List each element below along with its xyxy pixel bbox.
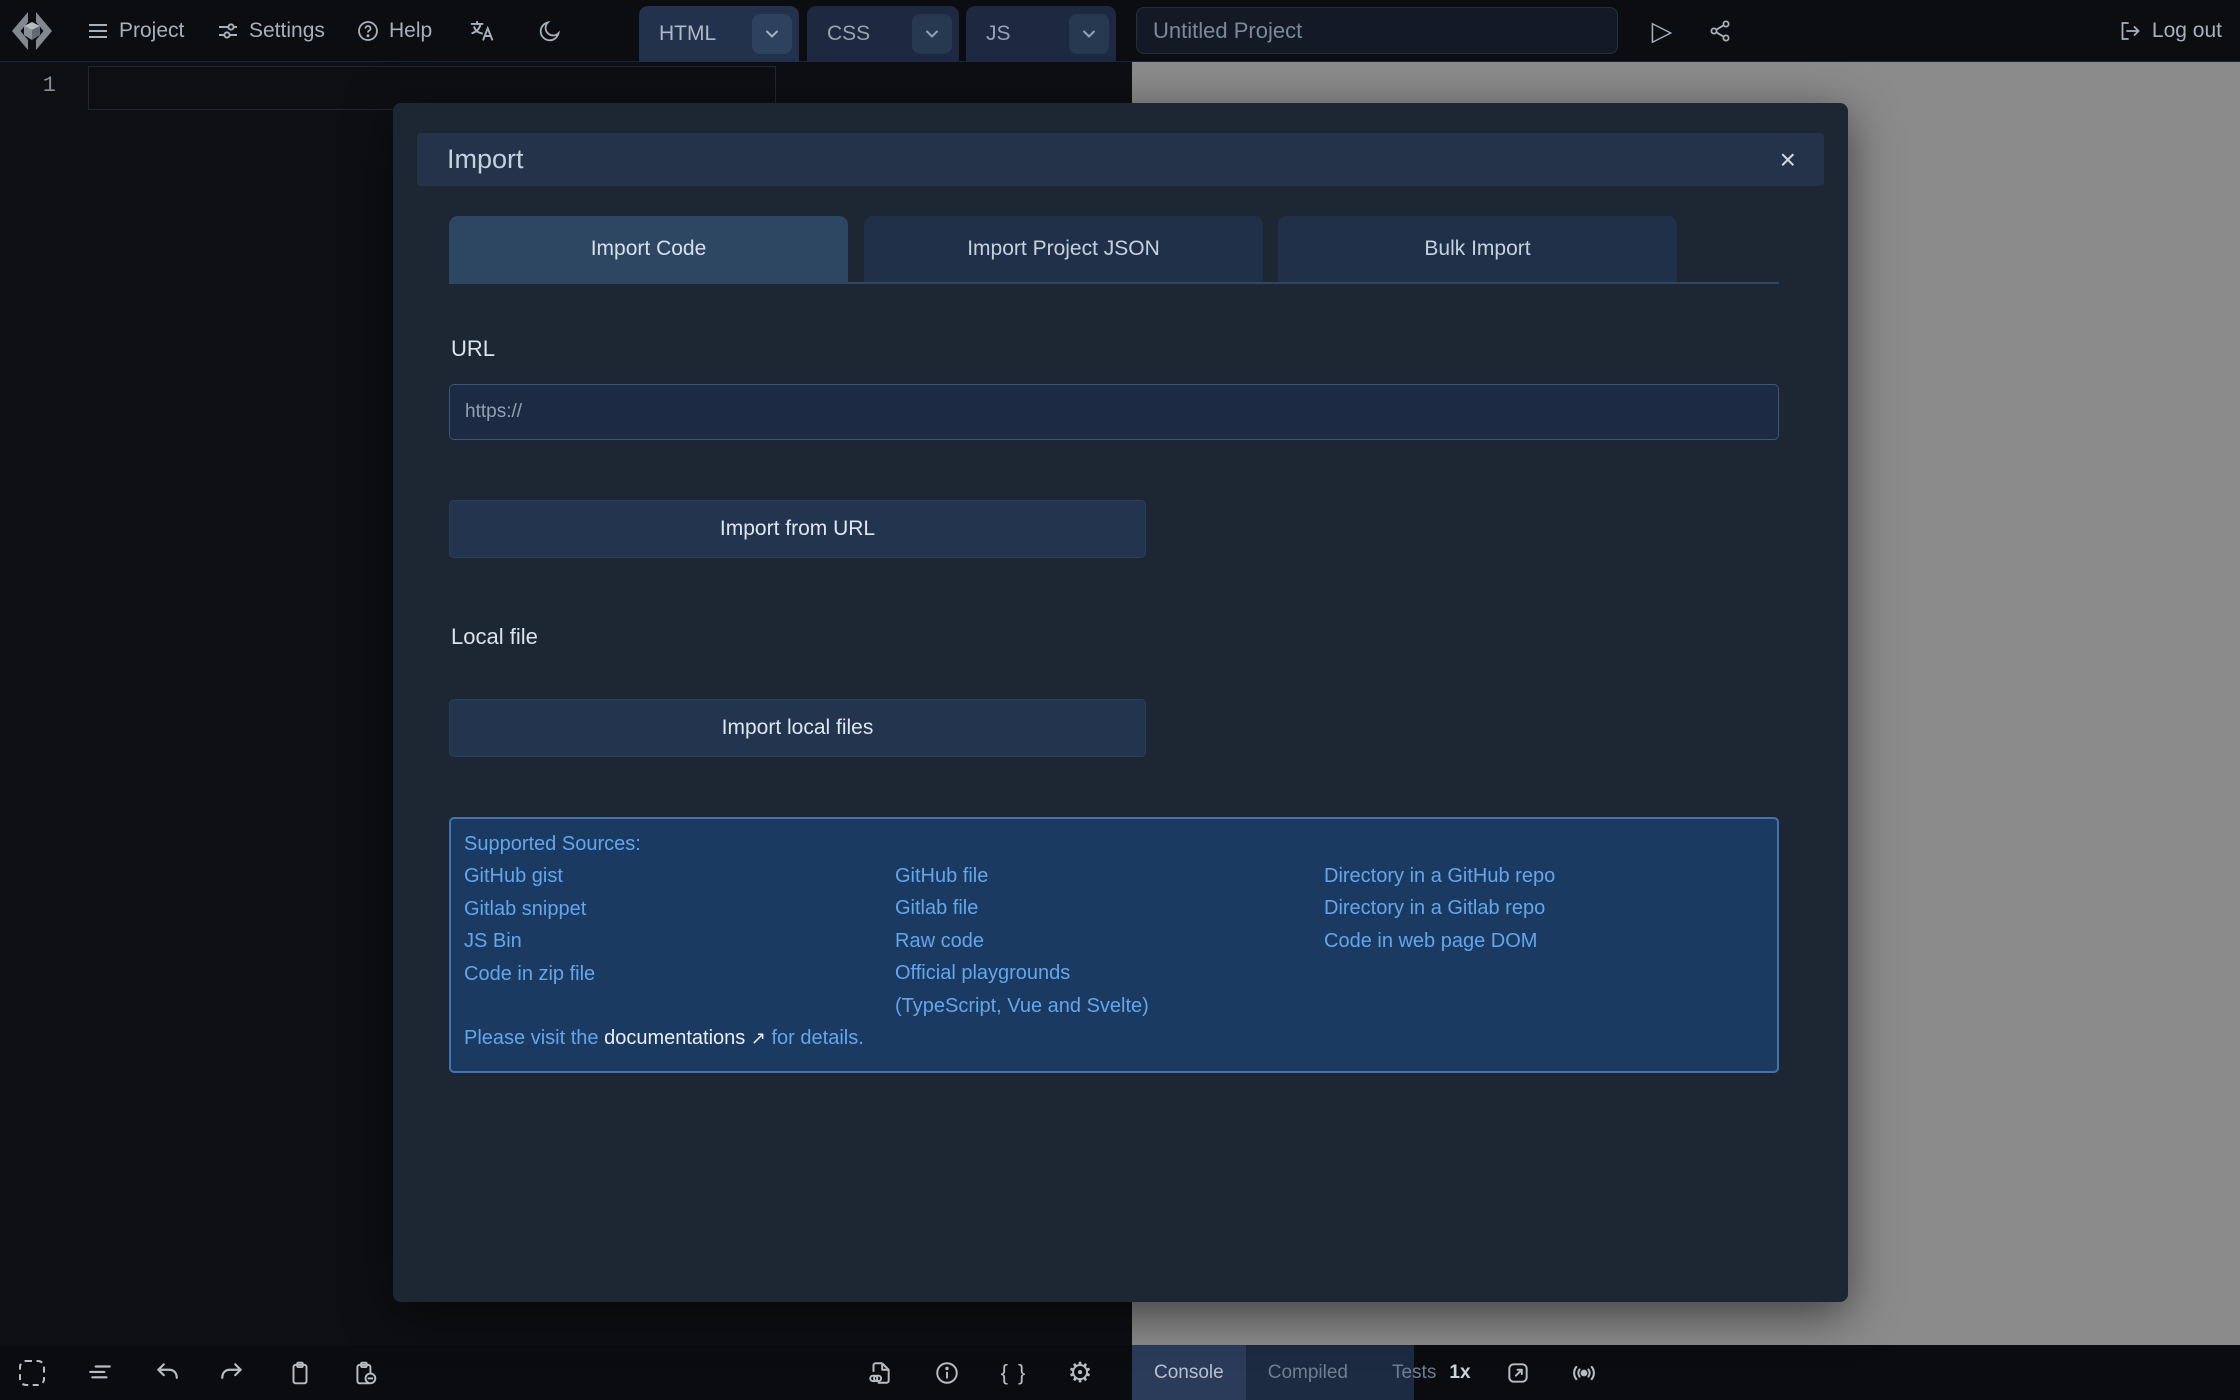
footer-pre-text: Please visit the bbox=[464, 1027, 605, 1050]
import-local-files-label: Import local files bbox=[721, 716, 874, 739]
link-directory-gitlab-repo[interactable]: Directory in a Gitlab repo bbox=[1324, 892, 1764, 924]
link-directory-github-repo[interactable]: Directory in a GitHub repo bbox=[1324, 860, 1764, 892]
tab-css-label: CSS bbox=[827, 22, 871, 45]
html-language-dropdown[interactable] bbox=[752, 14, 792, 54]
tab-js[interactable]: JS bbox=[966, 6, 1116, 62]
logout-label: Log out bbox=[2151, 19, 2222, 42]
tab-bulk-import-label: Bulk Import bbox=[1424, 237, 1531, 260]
play-icon: ▷ bbox=[1651, 15, 1673, 46]
link-code-in-web-page-dom[interactable]: Code in web page DOM bbox=[1324, 925, 1764, 957]
share-button[interactable] bbox=[1700, 11, 1740, 51]
project-menu[interactable]: Project bbox=[86, 0, 184, 62]
settings-menu-label: Settings bbox=[249, 19, 325, 42]
link-code-in-zip-file[interactable]: Code in zip file bbox=[464, 958, 895, 990]
settings-menu[interactable]: Settings bbox=[216, 0, 325, 62]
link-gitlab-snippet[interactable]: Gitlab snippet bbox=[464, 893, 895, 925]
redo-icon[interactable] bbox=[210, 1351, 254, 1395]
help-menu-label: Help bbox=[389, 19, 433, 42]
tab-compiled-label: Compiled bbox=[1267, 1361, 1348, 1383]
link-github-file[interactable]: GitHub file bbox=[895, 860, 1324, 892]
chevron-down-icon bbox=[766, 30, 778, 38]
import-from-url-label: Import from URL bbox=[719, 517, 876, 540]
result-tools-tabs: Console Compiled Tests bbox=[1132, 1345, 1436, 1400]
tab-console[interactable]: Console bbox=[1132, 1345, 1246, 1400]
app-screen: Project Settings Help HTML CSS JS Untitl… bbox=[0, 0, 2240, 1400]
url-label: URL bbox=[451, 336, 496, 361]
css-language-dropdown[interactable] bbox=[912, 14, 952, 54]
documentations-link[interactable]: documentations bbox=[604, 1027, 745, 1049]
logout-icon bbox=[2121, 22, 2140, 40]
language-translate-icon[interactable] bbox=[462, 11, 502, 51]
sources-footer: Please visit the documentations ↗ for de… bbox=[464, 1022, 1764, 1054]
tab-import-project-json[interactable]: Import Project JSON bbox=[864, 216, 1263, 282]
project-title-input[interactable] bbox=[1136, 7, 1618, 54]
select-all-icon[interactable] bbox=[10, 1351, 54, 1395]
copy-icon[interactable] bbox=[278, 1351, 322, 1395]
tab-import-code[interactable]: Import Code bbox=[449, 216, 848, 282]
status-bar: { } ⚙ Console Compiled Tests 1x bbox=[0, 1345, 2240, 1400]
import-from-url-button[interactable]: Import from URL bbox=[449, 500, 1146, 558]
result-zoom-button[interactable]: 1x bbox=[1438, 1345, 1482, 1400]
tab-compiled[interactable]: Compiled bbox=[1246, 1345, 1370, 1400]
close-icon[interactable]: × bbox=[1780, 145, 1824, 174]
sources-column-3: Directory in a GitHub repo Directory in … bbox=[1324, 828, 1764, 957]
menu-icon bbox=[89, 24, 107, 38]
tab-css[interactable]: CSS bbox=[807, 6, 959, 62]
top-toolbar: Project Settings Help HTML CSS JS Untitl… bbox=[0, 0, 2240, 62]
help-menu[interactable]: Help bbox=[356, 0, 432, 62]
format-code-icon[interactable] bbox=[78, 1351, 122, 1395]
sliders-icon bbox=[219, 23, 237, 39]
livecodes-logo-icon[interactable] bbox=[8, 7, 56, 55]
external-link-arrow-icon: ↗ bbox=[750, 1028, 766, 1049]
tab-console-label: Console bbox=[1154, 1361, 1224, 1383]
chevron-down-icon bbox=[1083, 30, 1095, 38]
tab-js-label: JS bbox=[986, 22, 1011, 45]
share-icon bbox=[1710, 20, 1730, 42]
link-official-playgrounds[interactable]: Official playgrounds bbox=[895, 957, 1324, 989]
sources-column-2: GitHub file Gitlab file Raw code Officia… bbox=[895, 828, 1324, 1022]
broadcast-icon[interactable] bbox=[1562, 1351, 1606, 1395]
project-menu-label: Project bbox=[119, 19, 185, 42]
local-file-label: Local file bbox=[451, 624, 538, 649]
sources-column-1: Supported Sources: GitHub gist Gitlab sn… bbox=[464, 828, 895, 990]
official-playgrounds-note: (TypeScript, Vue and Svelte) bbox=[895, 994, 1149, 1017]
modal-title: Import bbox=[447, 144, 524, 174]
footer-post-text: for details. bbox=[765, 1027, 864, 1050]
sources-columns: Supported Sources: GitHub gist Gitlab sn… bbox=[464, 828, 1764, 1022]
import-modal: Import × Import Code Import Project JSON… bbox=[393, 103, 1848, 1302]
run-button[interactable]: ▷ bbox=[1642, 11, 1682, 51]
chevron-down-icon bbox=[926, 30, 938, 38]
js-language-dropdown[interactable] bbox=[1069, 14, 1109, 54]
open-in-new-window-icon[interactable] bbox=[1496, 1351, 1540, 1395]
question-circle-icon bbox=[358, 21, 378, 41]
external-resources-icon[interactable] bbox=[858, 1351, 902, 1395]
tab-html-label: HTML bbox=[659, 22, 717, 45]
undo-icon[interactable] bbox=[145, 1351, 189, 1395]
tab-import-project-json-label: Import Project JSON bbox=[967, 237, 1160, 260]
import-local-files-button[interactable]: Import local files bbox=[449, 699, 1146, 757]
tab-bulk-import[interactable]: Bulk Import bbox=[1278, 216, 1677, 282]
tab-html[interactable]: HTML bbox=[639, 6, 799, 62]
link-gitlab-file[interactable]: Gitlab file bbox=[895, 892, 1324, 924]
logout-button[interactable]: Log out bbox=[2118, 0, 2222, 62]
tab-tests-label: Tests bbox=[1391, 1361, 1437, 1383]
supported-sources-box: Supported Sources: GitHub gist Gitlab sn… bbox=[449, 817, 1779, 1073]
modal-titlebar: Import × bbox=[417, 133, 1824, 186]
dark-mode-moon-icon[interactable] bbox=[530, 11, 570, 51]
editor-settings-gear-icon[interactable]: ⚙ bbox=[1058, 1351, 1102, 1395]
line-number: 1 bbox=[42, 73, 56, 98]
sources-heading: Supported Sources: bbox=[464, 833, 641, 855]
custom-settings-icon[interactable]: { } bbox=[992, 1351, 1036, 1395]
paste-icon[interactable] bbox=[343, 1351, 387, 1395]
link-js-bin[interactable]: JS Bin bbox=[464, 925, 895, 957]
link-github-gist[interactable]: GitHub gist bbox=[464, 860, 895, 892]
link-raw-code[interactable]: Raw code bbox=[895, 925, 1324, 957]
url-input[interactable] bbox=[449, 384, 1779, 440]
tabs-divider bbox=[449, 282, 1779, 284]
tab-import-code-label: Import Code bbox=[590, 237, 707, 260]
info-icon[interactable] bbox=[925, 1351, 969, 1395]
